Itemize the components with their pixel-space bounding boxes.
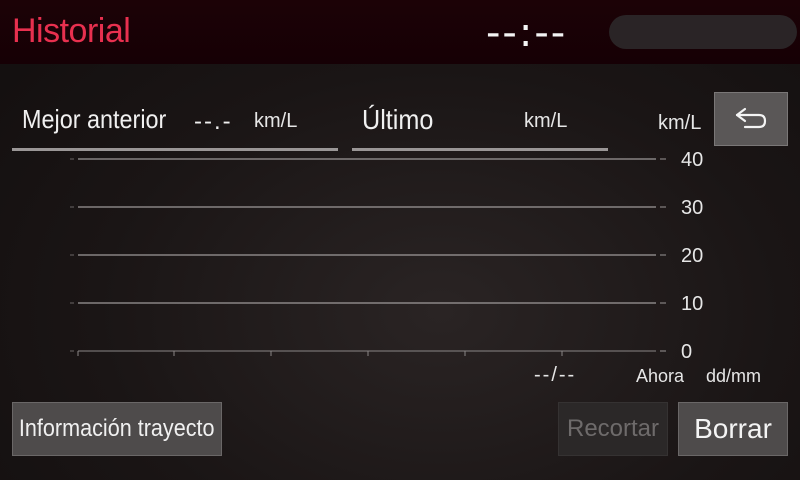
y-axis-label: km/L [658, 112, 702, 134]
trim-button[interactable]: Recortar [558, 402, 668, 456]
y-tick-10: 10 [681, 293, 703, 315]
back-button[interactable] [714, 92, 788, 146]
page-title: Historial [12, 12, 131, 50]
latest-label: Último [362, 104, 434, 135]
clear-label: Borrar [694, 413, 772, 444]
y-tick-0: 0 [681, 341, 692, 363]
x-category-label-1: Ahora [636, 366, 685, 386]
best-previous-label: Mejor anterior [22, 104, 167, 134]
clock: --:-- [486, 10, 568, 56]
latest-field: Último km/L [352, 94, 608, 151]
latest-unit: km/L [524, 110, 568, 132]
best-previous-value: --.- [194, 108, 233, 135]
back-arrow-icon [735, 107, 767, 129]
y-tick-30: 30 [681, 197, 703, 219]
trim-label: Recortar [566, 415, 660, 442]
best-previous-unit: km/L [254, 110, 298, 132]
x-category-label-0: --/-- [534, 364, 577, 386]
y-tick-20: 20 [681, 245, 703, 267]
clear-button[interactable]: Borrar [678, 402, 788, 456]
status-pill [609, 15, 797, 49]
y-tick-40: 40 [681, 149, 703, 171]
header-bar: Historial --:-- [0, 0, 800, 64]
trip-info-label: Información trayecto [19, 415, 215, 442]
x-axis-label: dd/mm [706, 366, 762, 386]
best-previous-field: Mejor anterior --.- km/L [12, 94, 338, 151]
trip-info-button[interactable]: Información trayecto [12, 402, 222, 456]
